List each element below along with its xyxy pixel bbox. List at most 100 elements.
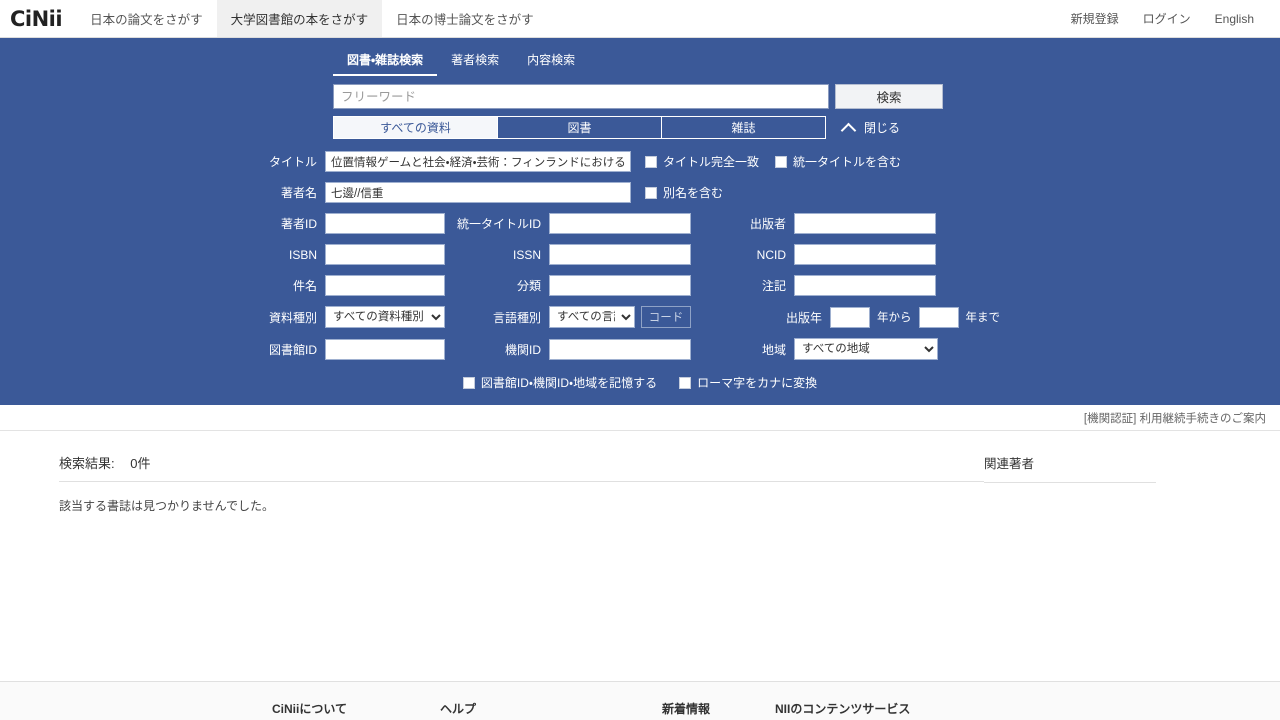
remember-ids-checkbox[interactable] bbox=[462, 376, 475, 389]
publisher-label: 出版者 bbox=[749, 217, 786, 231]
note-label: 注記 bbox=[761, 279, 786, 293]
form-row-standard-numbers: ISBN ISSN NCID bbox=[0, 244, 1280, 265]
search-button[interactable]: 検索 bbox=[835, 84, 943, 109]
material-type-select[interactable]: すべての資料種別 bbox=[325, 306, 445, 328]
material-type-tabs: すべての資料 図書 雑誌 閉じる bbox=[0, 116, 1280, 139]
form-row-types: 資料種別 すべての資料種別 言語種別 すべての言語 コード 出版年 年から 年ま… bbox=[0, 306, 1280, 328]
classification-label: 分類 bbox=[516, 279, 541, 293]
issn-input[interactable] bbox=[549, 244, 691, 265]
isbn-input[interactable] bbox=[325, 244, 445, 265]
freeword-input[interactable] bbox=[333, 84, 829, 109]
author-id-label: 著者ID bbox=[280, 217, 317, 231]
unified-title-label: 統一タイトルを含む bbox=[793, 155, 902, 169]
author-label: 著者名 bbox=[280, 186, 317, 200]
form-row-title: タイトル タイトル完全一致 統一タイトルを含む bbox=[0, 151, 1280, 172]
title-input[interactable] bbox=[325, 151, 631, 172]
library-id-label: 図書館ID bbox=[268, 342, 317, 357]
footer-heading-news: 新着情報 bbox=[662, 702, 711, 716]
form-row-ids: 著者ID 統一タイトルID 出版者 bbox=[0, 213, 1280, 234]
subject-label: 件名 bbox=[292, 279, 317, 293]
footer-column-help: ヘルプ CiNii Articles - 日本の論文をさがす CiNii Boo… bbox=[440, 700, 662, 720]
material-type-label: 資料種別 bbox=[268, 310, 317, 325]
english-link[interactable]: English bbox=[1203, 0, 1266, 37]
language-select[interactable]: すべての言語 bbox=[549, 306, 635, 328]
chevron-up-icon bbox=[843, 121, 856, 134]
login-link[interactable]: ログイン bbox=[1131, 0, 1203, 37]
romaji-to-kana-label: ローマ字をカナに変換 bbox=[697, 376, 818, 390]
content-area: 検索結果: 0件 該当する書誌は見つかりませんでした。 関連著者 bbox=[0, 431, 1280, 621]
footer-heading-help: ヘルプ bbox=[440, 702, 477, 716]
title-exact-match-label: タイトル完全一致 bbox=[663, 155, 760, 169]
mat-tab-books[interactable]: 図書 bbox=[497, 116, 662, 139]
tab-content-search[interactable]: 内容検索 bbox=[513, 47, 589, 76]
issn-label: ISSN bbox=[512, 247, 541, 262]
institution-auth-link[interactable]: [機関認証] 利用継続手続きのご案内 bbox=[1084, 410, 1266, 426]
pubyear-label: 出版年 bbox=[785, 310, 822, 325]
header-right-links: 新規登録 ログイン English bbox=[1059, 0, 1280, 37]
results-column: 検索結果: 0件 該当する書誌は見つかりませんでした。 bbox=[14, 431, 984, 621]
author-id-input[interactable] bbox=[325, 213, 445, 234]
result-count-label: 検索結果: bbox=[59, 456, 115, 471]
advanced-search-form: タイトル タイトル完全一致 統一タイトルを含む 著者名 別名を含む bbox=[0, 151, 1280, 391]
pubyear-to-input[interactable] bbox=[918, 306, 959, 328]
footer-column-nii-services: NIIのコンテンツサービス KAKEN - 科学研究費助成事業データベース JA… bbox=[775, 700, 1055, 720]
ncid-input[interactable] bbox=[794, 244, 936, 265]
author-alias-label: 別名を含む bbox=[663, 186, 724, 200]
library-id-input[interactable] bbox=[325, 338, 445, 360]
institution-auth-bar: [機関認証] 利用継続手続きのご案内 bbox=[0, 405, 1280, 431]
institution-id-input[interactable] bbox=[549, 338, 691, 360]
tab-book-journal-search[interactable]: 図書・雑誌検索 bbox=[333, 47, 438, 76]
collapse-label: 閉じる bbox=[864, 121, 901, 135]
region-select[interactable]: すべての地域 bbox=[794, 338, 938, 360]
classification-input[interactable] bbox=[549, 275, 691, 296]
form-row-subject: 件名 分類 注記 bbox=[0, 275, 1280, 296]
register-link[interactable]: 新規登録 bbox=[1059, 0, 1131, 37]
unified-title-id-input[interactable] bbox=[549, 213, 691, 234]
related-authors-panel: 関連著者 bbox=[984, 431, 1224, 621]
footer-column-about: CiNiiについて CiNiiについて 収録刊行物について 利用規約 お問い合わ… bbox=[272, 700, 440, 720]
isbn-label: ISBN bbox=[288, 247, 317, 262]
ncid-label: NCID bbox=[756, 247, 786, 262]
mat-tab-all[interactable]: すべての資料 bbox=[333, 116, 498, 139]
language-code-button[interactable]: コード bbox=[641, 306, 691, 328]
unified-title-checkbox[interactable] bbox=[775, 155, 788, 168]
unified-title-id-label: 統一タイトルID bbox=[456, 217, 541, 231]
search-mode-tabs: 図書・雑誌検索 著者検索 内容検索 bbox=[0, 38, 1280, 76]
collapse-advanced-button[interactable]: 閉じる bbox=[843, 119, 900, 136]
footer-column-news: 新着情報 お知らせ RSS Twitter bbox=[662, 700, 775, 720]
pubyear-from-input[interactable] bbox=[830, 306, 870, 328]
remember-ids-label: 図書館ID・機関ID・地域を記憶する bbox=[480, 376, 658, 390]
form-bottom-options: 図書館ID・機関ID・地域を記憶する ローマ字をカナに変換 bbox=[0, 374, 1280, 391]
author-input[interactable] bbox=[325, 182, 631, 203]
title-label: タイトル bbox=[268, 155, 317, 169]
result-count: 検索結果: 0件 bbox=[59, 453, 984, 482]
romaji-to-kana-checkbox[interactable] bbox=[679, 376, 692, 389]
freeword-row: 検索 bbox=[0, 84, 1280, 109]
form-row-author: 著者名 別名を含む bbox=[0, 182, 1280, 203]
publisher-input[interactable] bbox=[794, 213, 936, 234]
title-exact-match-checkbox[interactable] bbox=[645, 155, 657, 168]
tab-author-search[interactable]: 著者検索 bbox=[437, 47, 513, 76]
institution-id-label: 機関ID bbox=[504, 342, 541, 357]
nav-tab-books[interactable]: 大学図書館の本をさがす bbox=[216, 0, 383, 37]
footer-heading-about: CiNiiについて bbox=[272, 702, 347, 716]
pubyear-from-suffix: 年から bbox=[877, 312, 912, 324]
page-footer: CiNiiについて CiNiiについて 収録刊行物について 利用規約 お問い合わ… bbox=[0, 681, 1280, 720]
search-panel: 図書・雑誌検索 著者検索 内容検索 検索 すべての資料 図書 雑誌 閉じる タイ… bbox=[0, 38, 1280, 405]
region-label: 地域 bbox=[761, 342, 786, 357]
subject-input[interactable] bbox=[325, 275, 445, 296]
footer-heading-nii-services: NIIのコンテンツサービス bbox=[775, 702, 911, 716]
note-input[interactable] bbox=[794, 275, 936, 296]
author-alias-checkbox[interactable] bbox=[645, 186, 657, 199]
mat-tab-journals[interactable]: 雑誌 bbox=[661, 116, 826, 139]
language-label: 言語種別 bbox=[492, 310, 541, 325]
nav-tab-articles[interactable]: 日本の論文をさがす bbox=[76, 0, 217, 37]
global-header: CiNii 日本の論文をさがす 大学図書館の本をさがす 日本の博士論文をさがす … bbox=[0, 0, 1280, 38]
remember-option-group: 図書館ID・機関ID・地域を記憶する bbox=[462, 374, 658, 391]
nav-tab-dissertations[interactable]: 日本の博士論文をさがす bbox=[382, 0, 548, 37]
global-nav: 日本の論文をさがす 大学図書館の本をさがす 日本の博士論文をさがす bbox=[76, 0, 548, 37]
empty-result-message: 該当する書誌は見つかりませんでした。 bbox=[59, 499, 275, 513]
pubyear-to-suffix: 年まで bbox=[965, 312, 1001, 324]
cinii-logo[interactable]: CiNii bbox=[0, 0, 76, 37]
related-authors-title: 関連著者 bbox=[984, 453, 1156, 483]
